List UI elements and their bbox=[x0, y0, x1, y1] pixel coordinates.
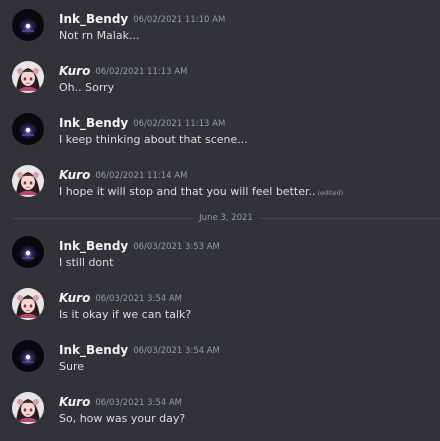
author-name[interactable]: Kuro bbox=[59, 64, 90, 78]
message-timestamp[interactable]: 06/02/2021 11:13 AM bbox=[95, 67, 187, 77]
message-text: Oh.. Sorry bbox=[59, 81, 115, 94]
anime-girl-avatar-icon bbox=[12, 165, 44, 197]
message-timestamp[interactable]: 06/03/2021 3:54 AM bbox=[95, 398, 182, 408]
edited-marker[interactable]: (edited) bbox=[317, 189, 343, 197]
message-header: Ink_Bendy 06/03/2021 3:54 AM bbox=[59, 341, 220, 359]
message-item[interactable]: Kuro 06/03/2021 3:54 AM Is it okay if we … bbox=[0, 288, 440, 334]
message-timestamp[interactable]: 06/02/2021 11:10 AM bbox=[133, 15, 225, 25]
author-name[interactable]: Ink_Bendy bbox=[59, 343, 128, 357]
message-header: Kuro 06/02/2021 11:14 AM bbox=[59, 166, 187, 184]
message-item[interactable]: Ink_Bendy 06/02/2021 11:10 AM Not rn Mala… bbox=[0, 9, 440, 55]
message-header: Kuro 06/03/2021 3:54 AM bbox=[59, 289, 182, 307]
dark-orb-avatar-icon bbox=[12, 236, 44, 268]
message-item[interactable]: Ink_Bendy 06/03/2021 3:53 AM I still dont bbox=[0, 236, 440, 282]
message-timestamp[interactable]: 06/02/2021 11:14 AM bbox=[95, 171, 187, 181]
avatar[interactable] bbox=[12, 236, 44, 268]
author-name[interactable]: Kuro bbox=[59, 291, 90, 305]
avatar[interactable] bbox=[12, 288, 44, 320]
avatar[interactable] bbox=[12, 165, 44, 197]
dark-orb-avatar-icon bbox=[12, 340, 44, 372]
message-item[interactable]: Kuro 06/03/2021 3:54 AM So, how was your … bbox=[0, 392, 440, 438]
dark-orb-avatar-icon bbox=[12, 9, 44, 41]
message-item[interactable]: Ink_Bendy 06/02/2021 11:13 AM I keep thin… bbox=[0, 113, 440, 159]
avatar[interactable] bbox=[12, 392, 44, 424]
author-name[interactable]: Ink_Bendy bbox=[59, 116, 128, 130]
author-name[interactable]: Kuro bbox=[59, 395, 90, 409]
chat-message-list[interactable]: Ink_Bendy 06/02/2021 11:10 AM Not rn Mala… bbox=[0, 0, 440, 441]
anime-girl-avatar-icon bbox=[12, 61, 44, 93]
message-timestamp[interactable]: 06/03/2021 3:54 AM bbox=[133, 346, 220, 356]
message-header: Kuro 06/02/2021 11:13 AM bbox=[59, 62, 187, 80]
author-name[interactable]: Kuro bbox=[59, 168, 90, 182]
divider-date-label: June 3, 2021 bbox=[193, 211, 259, 225]
message-header: Ink_Bendy 06/02/2021 11:10 AM bbox=[59, 10, 225, 28]
message-text: Is it okay if we can talk? bbox=[59, 308, 192, 321]
message-text: I keep thinking about that scene... bbox=[59, 133, 248, 146]
message-header: Ink_Bendy 06/03/2021 3:53 AM bbox=[59, 237, 220, 255]
message-item[interactable]: Ink_Bendy 06/03/2021 3:54 AM Sure bbox=[0, 340, 440, 386]
message-text: I still dont bbox=[59, 256, 114, 269]
avatar[interactable] bbox=[12, 113, 44, 145]
message-header: Kuro 06/03/2021 3:54 AM bbox=[59, 393, 182, 411]
avatar[interactable] bbox=[12, 61, 44, 93]
date-divider: June 3, 2021 bbox=[12, 211, 440, 225]
message-body: I hope it will stop and that you will fe… bbox=[59, 185, 316, 198]
message-timestamp[interactable]: 06/03/2021 3:54 AM bbox=[95, 294, 182, 304]
author-name[interactable]: Ink_Bendy bbox=[59, 12, 128, 26]
dark-orb-avatar-icon bbox=[12, 113, 44, 145]
message-text: Not rn Malak... bbox=[59, 29, 140, 42]
message-timestamp[interactable]: 06/02/2021 11:13 AM bbox=[133, 119, 225, 129]
message-timestamp[interactable]: 06/03/2021 3:53 AM bbox=[133, 242, 220, 252]
author-name[interactable]: Ink_Bendy bbox=[59, 239, 128, 253]
message-text: Sure bbox=[59, 360, 85, 373]
message-text: So, how was your day? bbox=[59, 412, 186, 425]
message-item[interactable]: Kuro 06/02/2021 11:13 AM Oh.. Sorry bbox=[0, 61, 440, 107]
anime-girl-avatar-icon bbox=[12, 392, 44, 424]
anime-girl-avatar-icon bbox=[12, 288, 44, 320]
avatar[interactable] bbox=[12, 9, 44, 41]
avatar[interactable] bbox=[12, 340, 44, 372]
message-header: Ink_Bendy 06/02/2021 11:13 AM bbox=[59, 114, 225, 132]
message-item[interactable]: Kuro 06/02/2021 11:14 AM I hope it will s… bbox=[0, 165, 440, 211]
message-text: I hope it will stop and that you will fe… bbox=[59, 184, 343, 201]
